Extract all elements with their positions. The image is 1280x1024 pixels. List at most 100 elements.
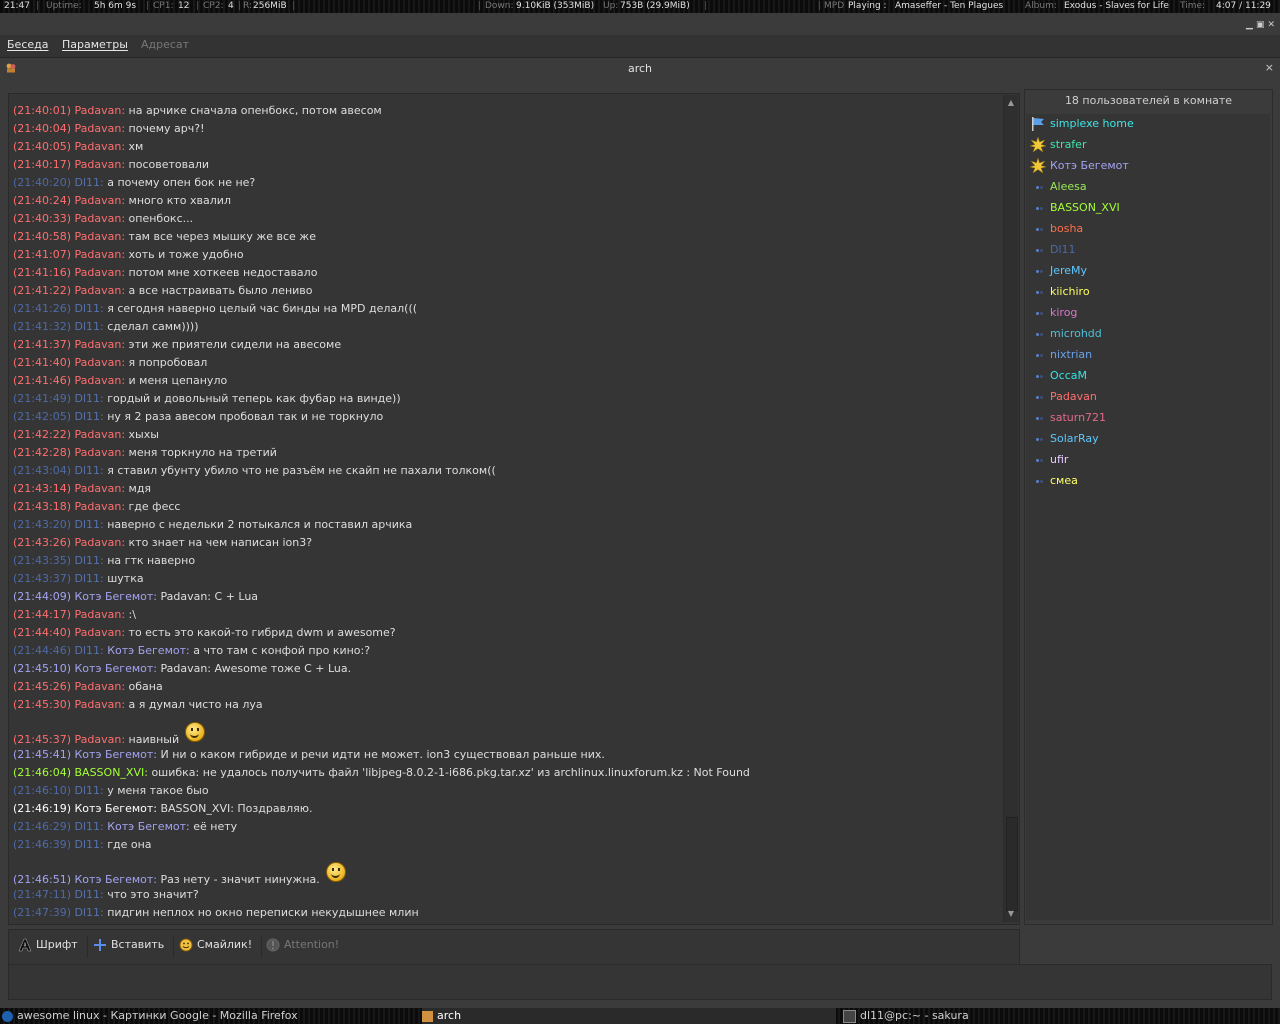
separator (87, 936, 88, 958)
message-nick[interactable]: Dl11: (75, 820, 104, 833)
scrollbar[interactable]: ▲ ▼ (1003, 95, 1018, 922)
message-nick[interactable]: Dl11: (75, 572, 104, 585)
message-nick[interactable]: Padavan: (75, 536, 126, 549)
task-terminal[interactable]: dl11@pc:~ - sakura (843, 1008, 1273, 1024)
message-nick[interactable]: Dl11: (75, 518, 104, 531)
message-nick[interactable]: Padavan: (75, 266, 126, 279)
message-nick[interactable]: Dl11: (75, 784, 104, 797)
message-nick[interactable]: Dl11: (75, 644, 104, 657)
scroll-down-icon[interactable]: ▼ (1005, 908, 1017, 920)
user-list-item[interactable]: microhdd (1026, 324, 1270, 345)
cpu1-value: 12 (178, 1, 190, 11)
insert-button[interactable]: Вставить (93, 938, 164, 956)
chat-message: (21:46:04) BASSON_XVI: ошибка: не удалос… (13, 766, 750, 779)
user-list-item[interactable]: ufir (1026, 450, 1270, 471)
user-list-item[interactable]: kiichiro (1026, 282, 1270, 303)
message-nick[interactable]: Padavan: (75, 248, 126, 261)
close-tab-icon[interactable]: × (1265, 61, 1274, 74)
message-nick[interactable]: Котэ Бегемот: (75, 590, 157, 603)
user-list-item[interactable]: nixtrian (1026, 345, 1270, 366)
chat-message: (21:41:46) Padavan: и меня цепануло (13, 374, 227, 387)
message-nick[interactable]: Dl11: (75, 176, 104, 189)
chat-message: (21:43:14) Padavan: мдя (13, 482, 151, 495)
format-toolbar: Шрифт Вставить Смайлик! Attention! (8, 929, 1020, 965)
message-nick[interactable]: Dl11: (75, 554, 104, 567)
clock: 21:47 (4, 1, 30, 11)
message-nick[interactable]: Dl11: (75, 906, 104, 919)
message-nick[interactable]: Padavan: (75, 608, 126, 621)
message-nick[interactable]: Padavan: (75, 158, 126, 171)
scroll-up-icon[interactable]: ▲ (1005, 97, 1017, 109)
user-list-item[interactable]: strafer (1026, 135, 1270, 156)
message-nick[interactable]: Dl11: (75, 392, 104, 405)
message-timestamp: (21:45:41) (13, 748, 71, 761)
message-nick[interactable]: Dl11: (75, 302, 104, 315)
smiley-button[interactable]: Смайлик! (179, 938, 252, 956)
menu-addressee[interactable]: Адресат (141, 38, 189, 51)
user-list-item[interactable]: смеа (1026, 471, 1270, 492)
user-list-item[interactable]: Aleesa (1026, 177, 1270, 198)
task-arch[interactable]: arch (422, 1008, 836, 1024)
message-nick[interactable]: Padavan: (75, 212, 126, 225)
message-nick[interactable]: Dl11: (75, 410, 104, 423)
message-nick[interactable]: Padavan: (75, 482, 126, 495)
message-nick[interactable]: Dl11: (75, 464, 104, 477)
user-list-item[interactable]: saturn721 (1026, 408, 1270, 429)
task-firefox-label: awesome linux - Картинки Google - Mozill… (17, 1009, 298, 1022)
user-list-item[interactable]: Котэ Бегемот (1026, 156, 1270, 177)
close-icon[interactable]: ✕ (1267, 20, 1278, 30)
task-firefox[interactable]: awesome linux - Картинки Google - Mozill… (2, 1008, 420, 1024)
message-nick[interactable]: Padavan: (75, 626, 126, 639)
message-nick[interactable]: Padavan: (75, 284, 126, 297)
message-nick[interactable]: Padavan: (75, 428, 126, 441)
message-nick[interactable]: Padavan: (75, 230, 126, 243)
scrollbar-thumb[interactable] (1006, 817, 1018, 911)
attention-button[interactable]: Attention! (266, 938, 339, 956)
message-nick[interactable]: Котэ Бегемот: (75, 748, 157, 761)
maximize-icon[interactable]: ▣ (1256, 20, 1268, 30)
message-nick[interactable]: Padavan: (75, 698, 126, 711)
message-timestamp: (21:43:26) (13, 536, 71, 549)
message-nick[interactable]: Padavan: (75, 122, 126, 135)
message-nick[interactable]: Dl11: (75, 888, 104, 901)
message-nick[interactable]: Котэ Бегемот: (75, 802, 157, 815)
user-list-item[interactable]: simplexe home (1026, 114, 1270, 135)
menu-options[interactable]: Параметры (62, 38, 128, 51)
user-list-item[interactable]: Padavan (1026, 387, 1270, 408)
user-list-item[interactable]: JereMy (1026, 261, 1270, 282)
message-nick[interactable]: Котэ Бегемот: (75, 873, 157, 886)
message-nick[interactable]: Padavan: (75, 104, 126, 117)
message-nick[interactable]: Dl11: (75, 838, 104, 851)
message-nick[interactable]: Padavan: (75, 356, 126, 369)
user-list-item[interactable]: bosha (1026, 219, 1270, 240)
message-nick[interactable]: Padavan: (75, 680, 126, 693)
message-nick[interactable]: Котэ Бегемот: (75, 662, 157, 675)
message-nick[interactable]: Padavan: (75, 733, 126, 746)
conversation-tab: arch × (0, 58, 1280, 80)
message-nick[interactable]: Padavan: (75, 338, 126, 351)
message-nick[interactable]: Padavan: (75, 374, 126, 387)
message-timestamp: (21:47:11) (13, 888, 71, 901)
message-input[interactable] (8, 964, 1272, 1000)
message-text: Padavan: C + Lua (160, 590, 259, 603)
message-nick[interactable]: Padavan: (75, 194, 126, 207)
minimize-icon[interactable]: ▁ (1246, 20, 1256, 30)
user-list-item[interactable]: Dl11 (1026, 240, 1270, 261)
user-list-item[interactable]: kirog (1026, 303, 1270, 324)
dot-icon (1030, 263, 1046, 279)
message-timestamp: (21:45:37) (13, 733, 71, 746)
message-nick[interactable]: Padavan: (75, 140, 126, 153)
window-controls: ▁▣✕ (1246, 20, 1278, 30)
user-list-item[interactable]: BASSON_XVI (1026, 198, 1270, 219)
message-nick[interactable]: BASSON_XVI: (75, 766, 148, 779)
chat-log[interactable]: (21:40:01) Padavan: на арчике сначала оп… (8, 93, 1020, 925)
message-nick[interactable]: Padavan: (75, 500, 126, 513)
message-nick[interactable]: Padavan: (75, 446, 126, 459)
message-timestamp: (21:45:10) (13, 662, 71, 675)
user-list-item[interactable]: OccaM (1026, 366, 1270, 387)
menu-conversation[interactable]: Беседа (7, 38, 48, 51)
message-nick[interactable]: Dl11: (75, 320, 104, 333)
user-list-item[interactable]: SolarRay (1026, 429, 1270, 450)
user-list[interactable]: simplexe home strafer Котэ Бегемот Aleesa BA… (1026, 114, 1270, 920)
font-button[interactable]: Шрифт (18, 938, 78, 956)
